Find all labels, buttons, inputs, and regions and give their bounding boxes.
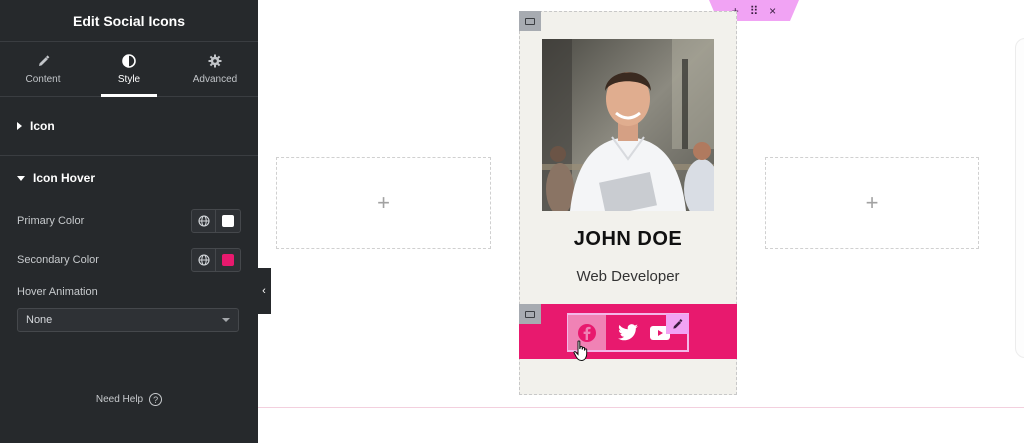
primary-color-control (191, 209, 241, 233)
mouse-pointer-icon (573, 340, 589, 362)
globe-icon[interactable] (192, 210, 217, 232)
add-element-icon: + (377, 190, 390, 215)
column-icon (525, 17, 535, 25)
caret-right-icon (17, 122, 22, 130)
twitter-icon[interactable] (609, 315, 647, 350)
inner-column-handle[interactable] (519, 304, 541, 324)
profile-photo (542, 39, 714, 211)
section-icon[interactable]: Icon (0, 97, 258, 156)
secondary-color-control (191, 248, 241, 272)
chevron-left-icon: ‹ (262, 285, 266, 297)
globe-icon[interactable] (192, 249, 217, 271)
section-icon-header[interactable]: Icon (0, 97, 258, 155)
primary-color-picker[interactable] (216, 210, 240, 232)
panel-header: Edit Social Icons (0, 0, 258, 42)
chevron-down-icon (222, 318, 230, 322)
delete-section-button[interactable]: × (769, 4, 776, 18)
question-circle-icon: ? (149, 393, 163, 406)
section-bottom-border (258, 407, 1024, 408)
section-icon-label: Icon (30, 119, 55, 133)
need-help-link[interactable]: Need Help ? (0, 393, 258, 406)
half-circle-icon (122, 53, 136, 69)
secondary-color-row: Secondary Color (17, 248, 241, 272)
editor-panel: Edit Social Icons Content Style Advanced… (0, 0, 258, 443)
tab-advanced-label: Advanced (192, 74, 238, 85)
tab-style[interactable]: Style (86, 42, 172, 97)
empty-column-right[interactable]: + (765, 157, 979, 249)
tab-style-label: Style (117, 74, 141, 85)
panel-title: Edit Social Icons (72, 12, 186, 29)
secondary-color-picker[interactable] (216, 249, 240, 271)
tab-advanced[interactable]: Advanced (172, 42, 258, 96)
gear-icon (208, 53, 222, 69)
tab-content[interactable]: Content (0, 42, 86, 96)
caret-down-icon (17, 175, 25, 181)
hover-animation-value: None (26, 314, 53, 326)
collapse-panel-button[interactable]: ‹ (257, 268, 271, 314)
panel-tabs: Content Style Advanced (0, 42, 258, 97)
hover-animation-select[interactable]: None (17, 308, 239, 332)
pencil-icon (37, 53, 50, 69)
primary-color-label: Primary Color (17, 215, 85, 227)
section-icon-hover: Icon Hover (0, 156, 258, 200)
adjacent-section-edge (1015, 38, 1024, 358)
section-icon-hover-header[interactable]: Icon Hover (0, 156, 258, 200)
edit-widget-button[interactable] (666, 314, 689, 334)
section-icon-hover-label: Icon Hover (33, 171, 96, 185)
column-handle[interactable] (519, 11, 541, 31)
need-help-label: Need Help (95, 394, 144, 405)
hover-animation-label: Hover Animation (17, 286, 98, 298)
profile-name: JOHN DOE (573, 228, 683, 250)
secondary-color-swatch (222, 254, 234, 266)
primary-color-row: Primary Color (17, 209, 241, 233)
profile-role: Web Developer (576, 268, 680, 285)
drag-handle-icon[interactable]: ⠿ (750, 4, 759, 18)
add-element-icon: + (865, 190, 879, 215)
secondary-color-label: Secondary Color (17, 254, 99, 266)
primary-color-swatch (222, 215, 234, 227)
tab-content-label: Content (25, 74, 61, 85)
empty-column-left[interactable]: + (276, 157, 491, 249)
pencil-icon (673, 318, 683, 329)
column-icon (525, 310, 535, 318)
